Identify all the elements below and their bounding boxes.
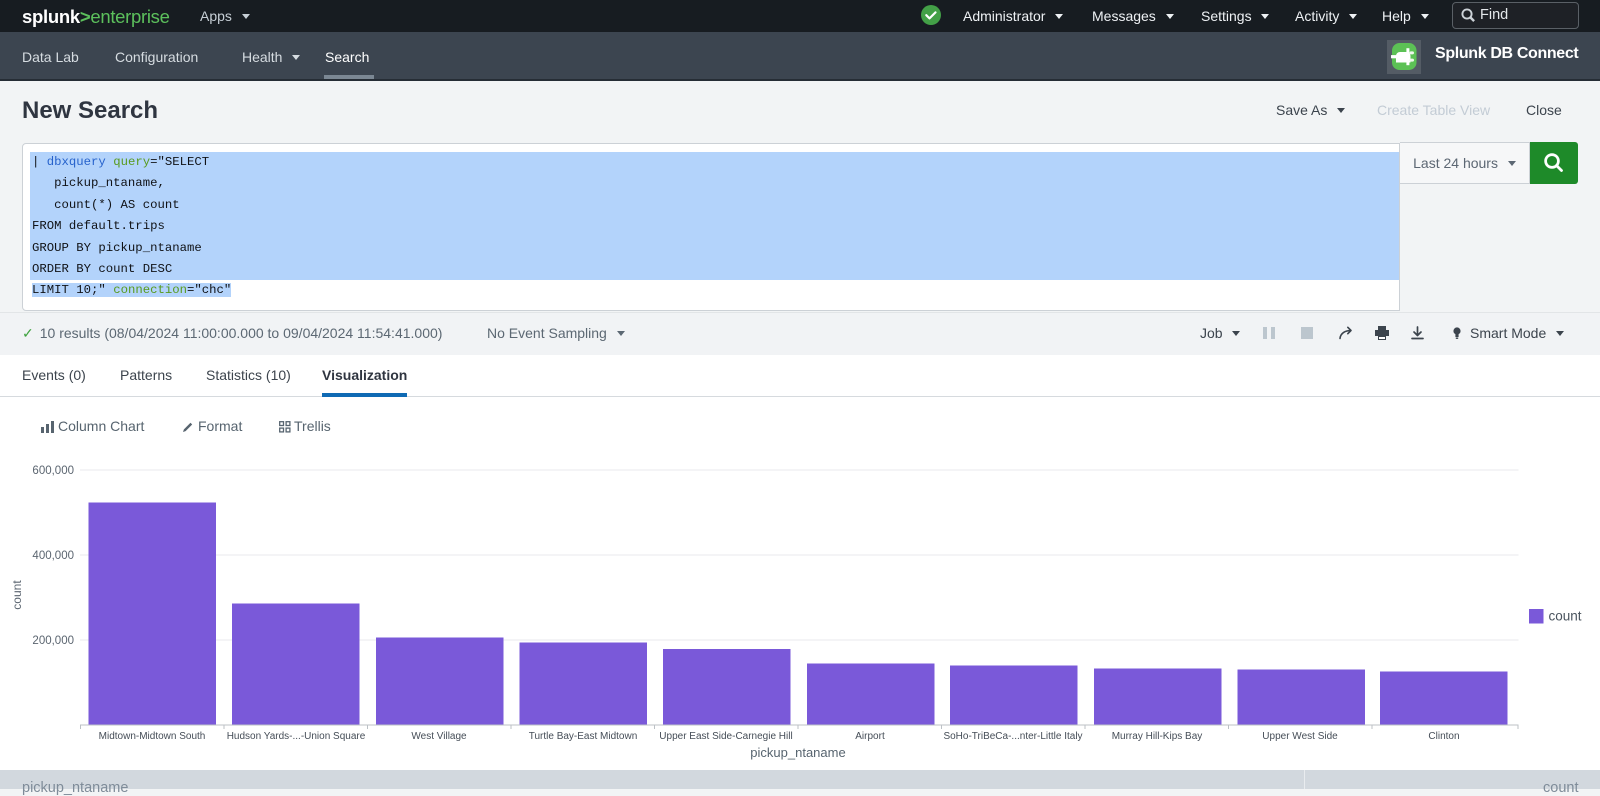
svg-text:West Village: West Village <box>411 731 467 742</box>
svg-text:Murray Hill-Kips Bay: Murray Hill-Kips Bay <box>1112 731 1203 742</box>
svg-text:Turtle Bay-East Midtown: Turtle Bay-East Midtown <box>529 731 638 742</box>
svg-text:SoHo-TriBeCa-...nter-Little It: SoHo-TriBeCa-...nter-Little Italy <box>943 731 1082 742</box>
svg-text:Upper East Side-Carnegie Hill: Upper East Side-Carnegie Hill <box>659 731 792 742</box>
svg-text:count: count <box>10 580 24 610</box>
svg-text:pickup_ntaname: pickup_ntaname <box>750 745 845 760</box>
svg-text:Clinton: Clinton <box>1428 731 1459 742</box>
svg-text:Hudson Yards-...-Union Square: Hudson Yards-...-Union Square <box>227 731 366 742</box>
svg-text:Upper West Side: Upper West Side <box>1262 731 1338 742</box>
svg-text:600,000: 600,000 <box>32 465 74 477</box>
svg-text:200,000: 200,000 <box>32 635 74 647</box>
svg-text:Midtown-Midtown South: Midtown-Midtown South <box>99 731 206 742</box>
svg-text:count: count <box>1549 609 1582 624</box>
svg-text:Airport: Airport <box>855 731 885 742</box>
svg-text:400,000: 400,000 <box>32 550 74 562</box>
